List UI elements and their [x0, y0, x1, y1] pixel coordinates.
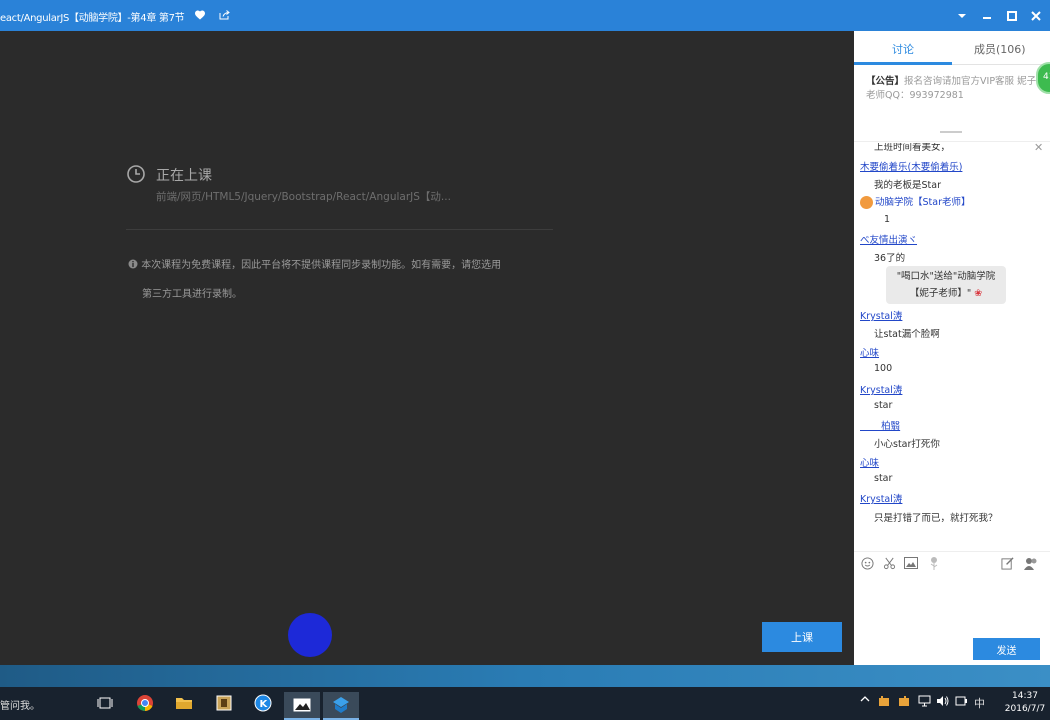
chat-username[interactable]: べ友情出演ヾ — [860, 232, 917, 246]
tab-members[interactable]: 成员(106) — [974, 41, 1026, 57]
image-icon[interactable] — [904, 556, 918, 570]
classroom-area: 正在上课 前端/网页/HTML5/Jquery/Bootstrap/React/… — [0, 31, 854, 665]
chat-username[interactable]: Krystal涛 — [860, 308, 902, 322]
k-app-icon[interactable]: K — [245, 689, 281, 717]
chat-message: 上班时间看美女， — [874, 143, 951, 153]
teacher-name: 动脑学院【Star老师】 — [875, 197, 971, 208]
status-label: 正在上课 — [156, 168, 212, 184]
info-icon — [128, 259, 141, 271]
chat-message: 让stat漏个脸啊 — [874, 329, 940, 340]
chat-username[interactable]: Krystal涛 — [860, 491, 902, 505]
rose-icon: ❀ — [974, 288, 983, 299]
divider — [126, 229, 553, 230]
task-view-icon[interactable] — [87, 689, 123, 717]
chat-message: star — [874, 400, 893, 411]
chat-username[interactable]: 心味 — [860, 455, 879, 469]
chevron-down-icon[interactable] — [953, 7, 971, 25]
classroom-app-icon[interactable] — [323, 692, 359, 720]
tray-app-icon[interactable] — [898, 695, 910, 710]
maximize-icon[interactable] — [1003, 7, 1021, 25]
emoji-icon[interactable] — [860, 556, 874, 570]
battery-icon[interactable] — [955, 695, 968, 710]
chat-panel: 讨论 成员(106) 【公告】报名咨询请加官方VIP客服 妮子老师QQ：9939… — [854, 31, 1050, 665]
chat-username-teacher[interactable]: 动脑学院【Star老师】 — [860, 194, 970, 209]
notice: 本次课程为免费课程，因此平台将不提供课程同步录制功能。如有需要，请您选用 第三方… — [128, 251, 558, 309]
cursor-highlight — [288, 613, 332, 657]
volume-icon[interactable] — [936, 695, 949, 710]
send-button[interactable]: 发送 — [973, 638, 1040, 660]
file-explorer-icon[interactable] — [166, 689, 202, 717]
announcement-tag: 【公告】 — [866, 76, 905, 87]
taskbar: 管问我。 K 中 14:37 2016/7/7 — [0, 687, 1050, 720]
minimize-icon[interactable] — [978, 7, 996, 25]
notice-line-1: 本次课程为免费课程，因此平台将不提供课程同步录制功能。如有需要，请您选用 — [141, 260, 502, 271]
chat-message: 我的老板是Star — [874, 180, 941, 191]
announcement: 【公告】报名咨询请加官方VIP客服 妮子老师QQ：993972981 — [866, 75, 1044, 103]
notice-line-2: 第三方工具进行录制。 — [142, 289, 242, 300]
heart-icon[interactable] — [192, 7, 208, 23]
ime-indicator[interactable]: 中 — [974, 695, 985, 711]
chat-message: 小心star打死你 — [874, 439, 940, 450]
chrome-icon[interactable] — [127, 689, 163, 717]
chat-message: 36了的 — [874, 253, 906, 264]
chat-username[interactable]: 木要偷着乐(木要偷着乐) — [860, 159, 962, 173]
tab-indicator — [854, 62, 952, 65]
edit-icon[interactable] — [1000, 556, 1014, 570]
tray-app-icon[interactable] — [878, 695, 890, 710]
course-name: 前端/网页/HTML5/Jquery/Bootstrap/React/Angul… — [156, 191, 451, 203]
divider — [854, 141, 1050, 142]
collapse-handle[interactable] — [940, 131, 962, 133]
system-clock[interactable]: 14:37 2016/7/7 — [1000, 690, 1050, 716]
notification-badge[interactable]: 41 — [1036, 62, 1050, 94]
chat-message: 只是打错了而已，就打死我？ — [874, 513, 998, 524]
chevron-up-icon[interactable] — [860, 695, 870, 706]
gift-message: "喝口水"送给"动脑学院【妮子老师】" ❀ — [886, 266, 1006, 304]
start-class-button[interactable]: 上课 — [762, 622, 842, 652]
clock-icon — [126, 164, 146, 188]
panel-tabs: 讨论 成员(106) — [854, 31, 1050, 65]
photos-icon[interactable] — [284, 692, 320, 720]
chat-username[interactable]: 柏翳 — [860, 418, 900, 432]
scissors-icon[interactable] — [882, 556, 896, 570]
clock-date: 2016/7/7 — [1004, 704, 1046, 714]
chat-messages[interactable]: 上班时间看美女， 木要偷着乐(木要偷着乐) 我的老板是Star 动脑学院【Sta… — [854, 143, 1050, 551]
svg-text:K: K — [260, 699, 269, 710]
cortana-search[interactable]: 管问我。 — [0, 697, 40, 712]
users-icon[interactable] — [1024, 556, 1038, 570]
app-icon[interactable] — [206, 689, 242, 717]
avatar — [860, 196, 873, 209]
chat-username[interactable]: Krystal涛 — [860, 382, 902, 396]
clock-time: 14:37 — [1012, 691, 1038, 701]
chat-message: 100 — [874, 363, 893, 374]
desktop-background — [0, 665, 1050, 687]
chat-username[interactable]: 心味 — [860, 345, 879, 359]
chat-message: 1 — [884, 214, 891, 225]
title-bar: eact/AngularJS【动脑学院】-第4章 第7节 — [0, 0, 1050, 31]
flower-icon[interactable] — [927, 556, 941, 570]
tab-discussion[interactable]: 讨论 — [892, 41, 914, 57]
close-icon[interactable] — [1027, 7, 1045, 25]
window-title: eact/AngularJS【动脑学院】-第4章 第7节 — [0, 13, 185, 24]
share-icon[interactable] — [216, 7, 232, 23]
chat-message: star — [874, 473, 893, 484]
chat-toolbar — [854, 551, 1050, 573]
network-icon[interactable] — [918, 695, 931, 710]
